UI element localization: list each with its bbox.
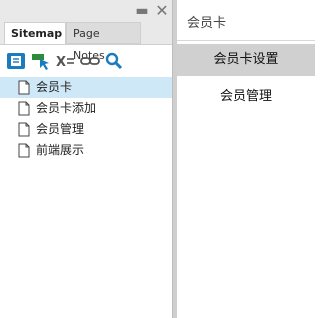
minimize-icon[interactable]: ▬ xyxy=(135,4,149,18)
tree-item-会员卡[interactable]: 会员卡 xyxy=(0,77,172,98)
close-icon[interactable]: ✕ xyxy=(155,3,169,19)
menu-item-member-management[interactable]: 会员管理 xyxy=(177,81,315,113)
tree-item-label: 会员管理 xyxy=(36,122,85,136)
tab-page-notes[interactable]: Page Notes xyxy=(66,22,141,62)
tree-item-label: 会员卡 xyxy=(36,80,73,94)
tree-item-前端展示[interactable]: 前端展示 xyxy=(0,140,172,161)
delete-icon[interactable]: X xyxy=(55,52,75,70)
tab-sitemap[interactable]: Sitemap xyxy=(4,22,66,44)
sitemap-tree: 会员卡 会员卡添加 会员管理 前端展示 xyxy=(0,77,172,161)
sitemap-panel: Sitemap Page Notes ▬ ✕ X 会员卡 会员卡添加 会员管理 … xyxy=(0,0,172,318)
page-icon xyxy=(18,101,30,116)
page-icon xyxy=(18,143,30,158)
add-page-icon[interactable] xyxy=(6,52,26,70)
link-icon[interactable] xyxy=(80,52,100,70)
panel-header: Sitemap Page Notes ▬ ✕ xyxy=(0,0,172,62)
sitemap-toolbar: X xyxy=(0,44,172,76)
menu-item-membership-card-settings[interactable]: 会员卡设置 xyxy=(177,44,315,76)
tree-item-会员管理[interactable]: 会员管理 xyxy=(0,119,172,140)
page-title: 会员卡 xyxy=(187,16,227,31)
search-icon[interactable] xyxy=(104,52,124,70)
svg-text:X: X xyxy=(56,55,66,70)
tree-item-label: 前端展示 xyxy=(36,143,85,157)
title-divider xyxy=(177,40,315,41)
tree-item-label: 会员卡添加 xyxy=(36,101,97,115)
page-icon xyxy=(18,122,30,137)
page-preview: 会员卡 会员卡设置 会员管理 xyxy=(177,0,315,318)
page-icon xyxy=(18,80,30,95)
add-child-icon[interactable] xyxy=(31,52,51,70)
tree-item-会员卡添加[interactable]: 会员卡添加 xyxy=(0,98,172,119)
